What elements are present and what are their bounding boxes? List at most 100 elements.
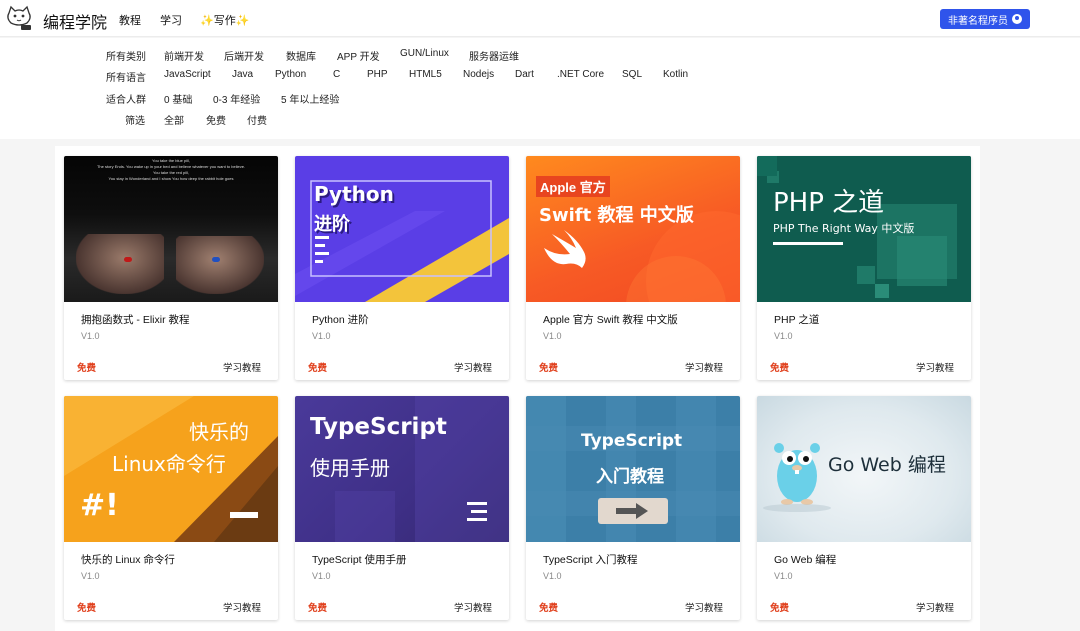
- filter-item[interactable]: PHP: [367, 69, 388, 80]
- course-title[interactable]: 快乐的 Linux 命令行: [81, 552, 175, 567]
- filter-panel: 所有类别 前端开发 后端开发 数据库 APP 开发 GUN/Linux 服务器运…: [0, 38, 1080, 139]
- cover-title: Python: [314, 182, 394, 206]
- cover-text: The story Ends. You wake up in your bed …: [96, 164, 246, 169]
- filter-item[interactable]: Dart: [515, 69, 534, 80]
- filter-item[interactable]: Nodejs: [463, 69, 494, 80]
- course-price: 免费: [770, 363, 790, 374]
- course-cover: PHP 之道 PHP The Right Way 中文版: [757, 156, 971, 302]
- filter-item[interactable]: Kotlin: [663, 69, 688, 80]
- filter-item[interactable]: APP 开发: [337, 48, 380, 63]
- course-type: 学习教程: [453, 363, 492, 374]
- course-version: V1.0: [774, 571, 793, 581]
- course-type: 学习教程: [915, 603, 954, 614]
- course-cover: Python 进阶: [295, 156, 509, 302]
- filter-item[interactable]: 数据库: [286, 48, 316, 63]
- course-card[interactable]: You take the blue pill, The story Ends. …: [64, 156, 278, 380]
- course-price: 免费: [308, 603, 328, 614]
- filter-item[interactable]: GUN/Linux: [400, 48, 449, 59]
- cover-title: Swift 教程 中文版: [539, 205, 694, 226]
- course-version: V1.0: [543, 331, 562, 341]
- cover-subtitle: 使用手册: [310, 456, 390, 480]
- filter-item[interactable]: 0-3 年经验: [213, 91, 260, 106]
- top-bar: 编程学院 教程 学习 ✨写作✨ 非著名程序员: [0, 0, 1080, 37]
- course-card[interactable]: TypeScript 入门教程 TypeScript 入门教程 V1.0 免费 …: [526, 396, 740, 620]
- course-type: 学习教程: [915, 363, 954, 374]
- course-card[interactable]: 快乐的 Linux命令行 #! 快乐的 Linux 命令行 V1.0 免费 学习…: [64, 396, 278, 620]
- red-pill: [124, 257, 132, 262]
- cover-subtitle: Linux命令行: [112, 452, 226, 476]
- cat-logo-icon[interactable]: [5, 5, 33, 31]
- cover-title: 快乐的: [189, 420, 249, 444]
- course-version: V1.0: [312, 571, 331, 581]
- course-version: V1.0: [81, 331, 100, 341]
- filter-item[interactable]: SQL: [622, 69, 642, 80]
- cover-badge: Apple 官方: [536, 176, 610, 197]
- cover-subtitle: 进阶: [314, 214, 350, 235]
- course-type: 学习教程: [684, 603, 723, 614]
- course-title[interactable]: Python 进阶: [312, 312, 369, 327]
- nav-write[interactable]: ✨写作✨: [200, 12, 249, 28]
- site-brand[interactable]: 编程学院: [43, 9, 107, 33]
- filter-label-category[interactable]: 所有类别: [106, 48, 146, 63]
- user-button[interactable]: 非著名程序员: [940, 9, 1030, 29]
- cover-title: TypeScript: [310, 414, 447, 440]
- course-card[interactable]: TypeScript 使用手册 TypeScript 使用手册 V1.0 免费 …: [295, 396, 509, 620]
- course-price: 免费: [77, 363, 97, 374]
- filter-item[interactable]: 服务器运维: [469, 48, 519, 63]
- course-title[interactable]: Apple 官方 Swift 教程 中文版: [543, 312, 678, 327]
- course-cover: 快乐的 Linux命令行 #!: [64, 396, 278, 542]
- hand-left: [76, 234, 164, 294]
- user-button-label: 非著名程序员: [948, 15, 1008, 27]
- course-cover: Apple 官方 Swift 教程 中文版: [526, 156, 740, 302]
- course-card[interactable]: Python 进阶 Python 进阶 V1.0 免费 学习教程: [295, 156, 509, 380]
- filter-item[interactable]: Java: [232, 69, 253, 80]
- course-card[interactable]: Apple 官方 Swift 教程 中文版 Apple 官方 Swift 教程 …: [526, 156, 740, 380]
- filter-item[interactable]: 前端开发: [164, 48, 204, 63]
- cover-text: You stay in Wonderland and I show You ho…: [108, 176, 234, 181]
- filter-label-language[interactable]: 所有语言: [106, 69, 146, 84]
- filter-item[interactable]: 免费: [206, 112, 226, 127]
- filter-item[interactable]: 后端开发: [224, 48, 264, 63]
- cover-title: PHP 之道: [773, 188, 885, 218]
- course-version: V1.0: [774, 331, 793, 341]
- course-price: 免费: [539, 363, 559, 374]
- course-title[interactable]: PHP 之道: [774, 312, 819, 327]
- course-type: 学习教程: [222, 363, 261, 374]
- course-price: 免费: [77, 603, 97, 614]
- course-cover: Go Web 编程: [757, 396, 971, 542]
- course-version: V1.0: [543, 571, 562, 581]
- cover-title: Go Web 编程: [828, 454, 946, 476]
- nav-learn[interactable]: 学习: [160, 12, 182, 28]
- course-cover: You take the blue pill, The story Ends. …: [64, 156, 278, 302]
- sparkle-icon: ✨: [200, 15, 214, 27]
- course-title[interactable]: TypeScript 入门教程: [543, 552, 638, 567]
- filter-item[interactable]: HTML5: [409, 69, 442, 80]
- filter-item[interactable]: 5 年以上经验: [281, 91, 339, 106]
- filter-item[interactable]: 0 基础: [164, 91, 192, 106]
- user-circle-icon: [1012, 14, 1022, 24]
- course-cover: TypeScript 入门教程: [526, 396, 740, 542]
- sparkle-icon: ✨: [235, 15, 250, 27]
- filter-item[interactable]: JavaScript: [164, 69, 211, 80]
- filter-item[interactable]: 全部: [164, 112, 184, 127]
- filter-label-filter[interactable]: 筛选: [125, 112, 145, 127]
- course-card[interactable]: PHP 之道 PHP The Right Way 中文版 PHP 之道 V1.0…: [757, 156, 971, 380]
- nav-write-label: 写作: [213, 15, 236, 27]
- nav-tutorials[interactable]: 教程: [119, 12, 141, 28]
- course-price: 免费: [308, 363, 328, 374]
- filter-label-audience[interactable]: 适合人群: [106, 91, 146, 106]
- course-card[interactable]: Go Web 编程 Go Web 编程 V1.0 免费 学习教程: [757, 396, 971, 620]
- course-title[interactable]: TypeScript 使用手册: [312, 552, 407, 567]
- cover-shebang: #!: [80, 488, 119, 523]
- filter-item[interactable]: 付费: [247, 112, 267, 127]
- filter-item[interactable]: Python: [275, 69, 306, 80]
- course-title[interactable]: Go Web 编程: [774, 552, 836, 567]
- course-grid: You take the blue pill, The story Ends. …: [55, 146, 980, 631]
- filter-item[interactable]: C: [333, 69, 340, 80]
- filter-item[interactable]: .NET Core: [557, 69, 604, 80]
- course-title[interactable]: 拥抱函数式 - Elixir 教程: [81, 312, 190, 327]
- course-price: 免费: [539, 603, 559, 614]
- cover-subtitle: 入门教程: [596, 467, 664, 487]
- course-type: 学习教程: [684, 363, 723, 374]
- course-version: V1.0: [312, 331, 331, 341]
